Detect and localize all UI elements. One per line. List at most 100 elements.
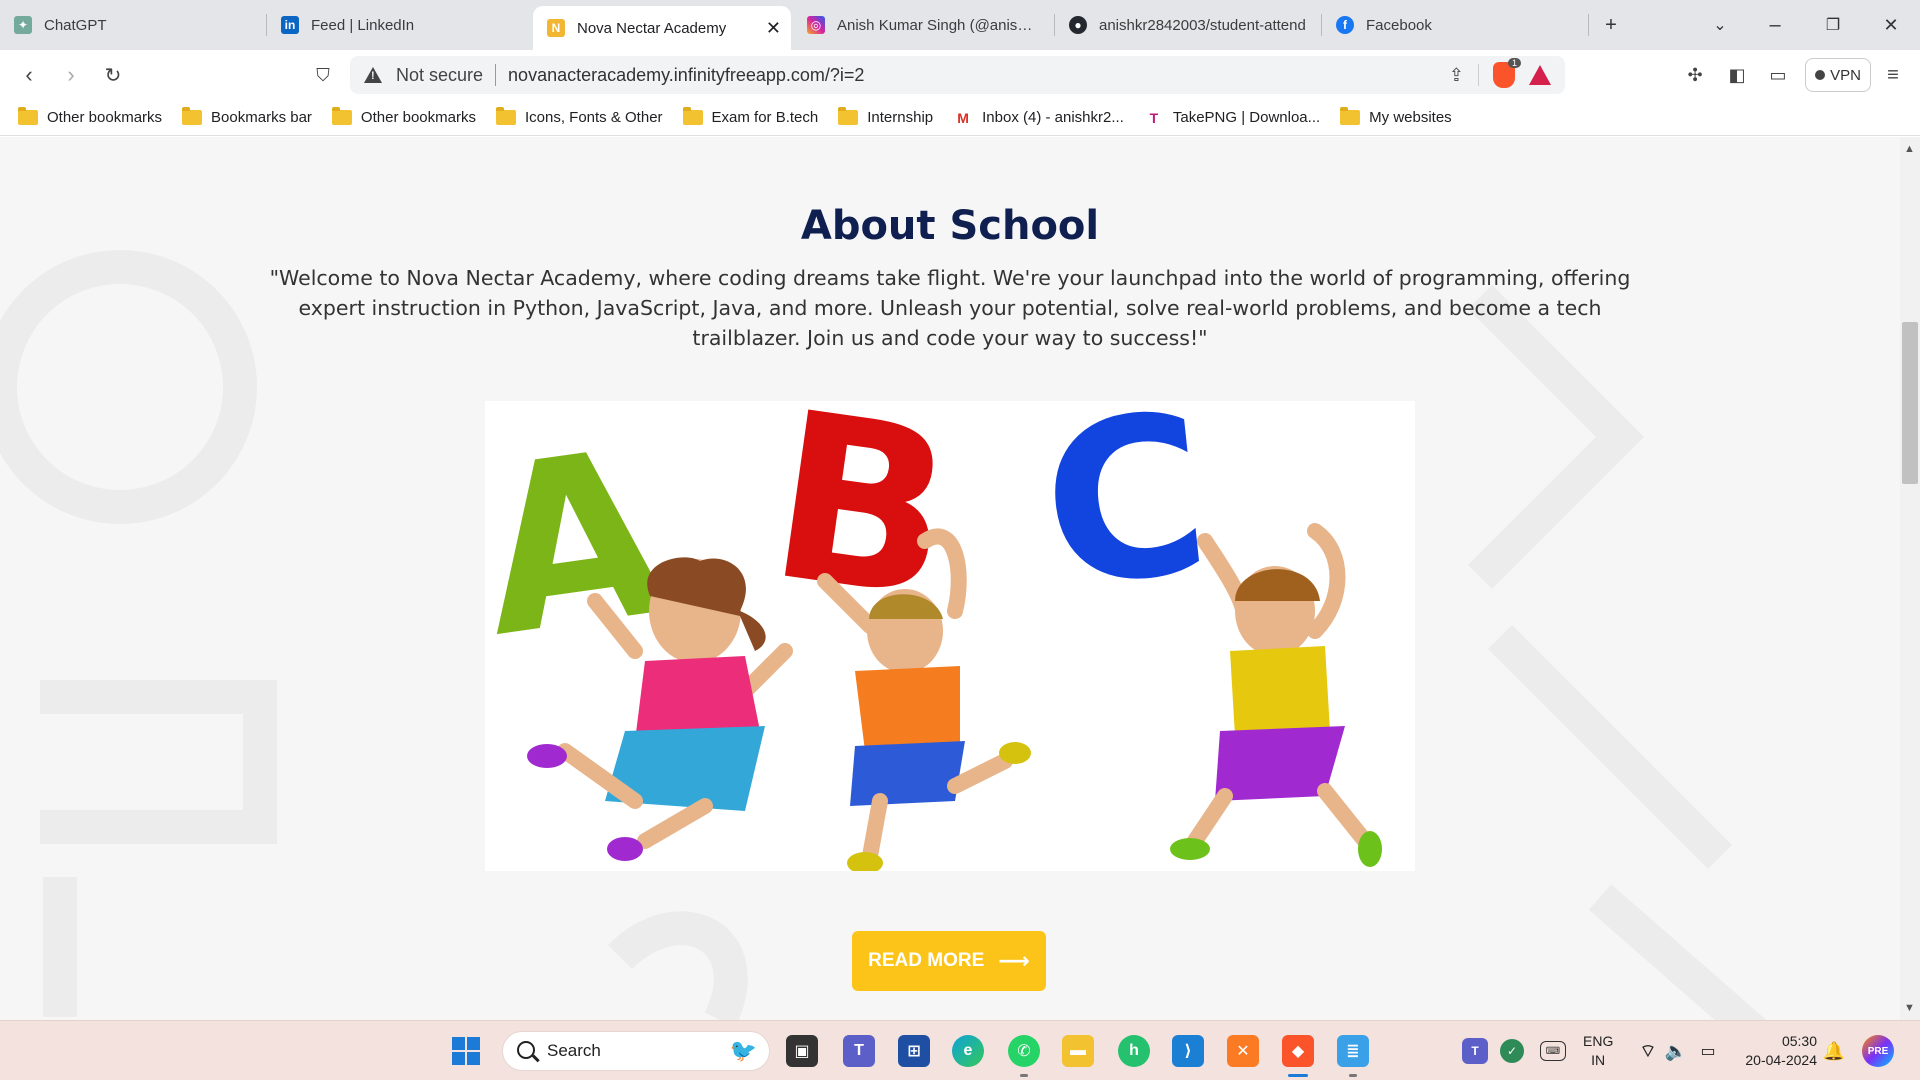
- tab-title: Anish Kumar Singh (@anish_ku: [837, 16, 1039, 34]
- volume-icon[interactable]: 🔈: [1664, 1035, 1688, 1067]
- freshdesk-icon[interactable]: h: [1118, 1035, 1150, 1067]
- windows-taskbar: Search 🐦 ▣ T ⊞ e ✆ ▬ h ⟩ ✕ ◆ ≣ T ✓ ⌨ ENG…: [0, 1020, 1920, 1080]
- tab-title: anishkr2842003/student-attend: [1099, 16, 1306, 34]
- bookmark-folder[interactable]: My websites: [1340, 107, 1452, 126]
- back-button[interactable]: ‹: [14, 60, 44, 90]
- xampp-icon[interactable]: ✕: [1227, 1035, 1259, 1067]
- copilot-icon[interactable]: PRE: [1862, 1035, 1894, 1067]
- vpn-label: VPN: [1830, 66, 1861, 84]
- bookmark-button[interactable]: ⛉: [308, 60, 338, 90]
- bookmark-label: Inbox (4) - anishkr2...: [982, 109, 1124, 126]
- read-more-button[interactable]: READ MORE ⟶: [852, 931, 1046, 991]
- tab-instagram[interactable]: ◎ Anish Kumar Singh (@anish_ku: [793, 6, 1053, 44]
- bookmark-gmail[interactable]: M Inbox (4) - anishkr2...: [953, 109, 1124, 127]
- forward-button[interactable]: ›: [56, 60, 86, 90]
- active-indicator: [1288, 1074, 1308, 1077]
- linkedin-icon: in: [281, 16, 299, 34]
- gmail-icon: M: [957, 109, 969, 126]
- vscode-icon[interactable]: ⟩: [1172, 1035, 1204, 1067]
- security-shield-icon[interactable]: ✓: [1500, 1039, 1524, 1063]
- sidebar-button[interactable]: ◧: [1724, 62, 1750, 88]
- page-scrollbar[interactable]: [1900, 137, 1920, 1020]
- academy-icon: N: [547, 19, 565, 37]
- battery-icon[interactable]: ▭: [1694, 1035, 1722, 1067]
- windows-start-icon[interactable]: [452, 1037, 480, 1065]
- vpn-button[interactable]: VPN: [1805, 58, 1871, 92]
- bookmark-folder[interactable]: Internship: [838, 107, 933, 126]
- security-indicator[interactable]: Not secure: [396, 65, 483, 86]
- close-icon[interactable]: ✕: [766, 18, 781, 39]
- teams-icon[interactable]: T: [843, 1035, 875, 1067]
- language-code: ENG: [1583, 1033, 1614, 1049]
- divider: [1478, 64, 1479, 86]
- tab-chatgpt[interactable]: ✦ ChatGPT: [0, 6, 265, 44]
- bookmark-label: Exam for B.tech: [711, 109, 819, 126]
- brave-rewards-icon[interactable]: [1529, 65, 1551, 85]
- scroll-up-icon[interactable]: ▲: [1904, 143, 1915, 155]
- notepad-icon[interactable]: ≣: [1337, 1035, 1369, 1067]
- bookmark-folder[interactable]: Icons, Fonts & Other: [495, 107, 663, 126]
- keyboard-icon[interactable]: ⌨: [1540, 1041, 1566, 1061]
- store-icon[interactable]: ⊞: [898, 1035, 930, 1067]
- task-view-icon[interactable]: ▣: [786, 1035, 818, 1067]
- bookmark-label: Icons, Fonts & Other: [524, 109, 663, 126]
- close-icon: ✕: [1883, 14, 1899, 35]
- running-indicator: [1020, 1074, 1028, 1077]
- brave-shields-icon[interactable]: 1: [1493, 58, 1521, 88]
- folder-icon: [495, 107, 516, 125]
- folder-icon[interactable]: ▬: [1062, 1035, 1094, 1067]
- menu-button[interactable]: ≡: [1880, 62, 1906, 88]
- github-icon: ●: [1069, 16, 1087, 34]
- warning-icon: [364, 67, 382, 83]
- restore-button[interactable]: ❐: [1818, 10, 1848, 40]
- url-text[interactable]: novanacteracademy.infinityfreeapp.com/?i…: [508, 65, 864, 86]
- address-bar-actions: ⇪ 1: [1449, 58, 1551, 90]
- address-bar[interactable]: Not secure novanacteracademy.infinityfre…: [350, 56, 1565, 94]
- tab-facebook[interactable]: f Facebook: [1322, 6, 1587, 44]
- system-clock[interactable]: 05:30 20-04-2024: [1735, 1032, 1817, 1070]
- reload-button[interactable]: ↻: [98, 60, 128, 90]
- bookmark-folder[interactable]: Exam for B.tech: [682, 107, 819, 126]
- close-window-button[interactable]: ✕: [1876, 10, 1906, 40]
- extensions-button[interactable]: ✣: [1682, 62, 1708, 88]
- search-placeholder: Search: [547, 1041, 601, 1060]
- wifi-icon[interactable]: ⌔: [1636, 1035, 1660, 1067]
- tab-strip: ✦ ChatGPT in Feed | LinkedIn N Nova Nect…: [0, 0, 1920, 50]
- bookmark-takepng[interactable]: T TakePNG | Downloa...: [1144, 109, 1321, 127]
- tab-nova-nectar-academy[interactable]: N Nova Nectar Academy ✕: [533, 6, 791, 50]
- tab-github[interactable]: ● anishkr2842003/student-attend: [1055, 6, 1320, 44]
- abc-kids-illustration: A B C: [485, 401, 1415, 871]
- tab-search-button[interactable]: ⌄: [1705, 10, 1735, 40]
- taskbar-search[interactable]: Search 🐦: [502, 1031, 770, 1071]
- whatsapp-icon[interactable]: ✆: [1008, 1035, 1040, 1067]
- bookmark-folder[interactable]: Other bookmarks: [331, 107, 476, 126]
- bookmark-icon: ⛉: [316, 64, 330, 85]
- brave-icon[interactable]: ◆: [1282, 1035, 1314, 1067]
- bookmarks-bar: Other bookmarks Bookmarks bar Other book…: [0, 100, 1920, 136]
- edge-icon[interactable]: e: [952, 1035, 984, 1067]
- bookmark-folder[interactable]: Other bookmarks: [18, 107, 163, 126]
- bookmark-folder[interactable]: Bookmarks bar: [182, 107, 312, 126]
- scrollbar-thumb[interactable]: [1902, 322, 1918, 484]
- tab-title: Facebook: [1366, 16, 1432, 34]
- language-indicator[interactable]: ENG IN: [1583, 1032, 1613, 1070]
- minimize-button[interactable]: –: [1760, 10, 1790, 40]
- tab-linkedin[interactable]: in Feed | LinkedIn: [267, 6, 532, 44]
- share-icon[interactable]: ⇪: [1449, 65, 1464, 86]
- clock-date: 20-04-2024: [1745, 1052, 1817, 1068]
- page-title: About School: [800, 203, 1100, 249]
- page-content: About School "Welcome to Nova Nectar Aca…: [0, 137, 1900, 1020]
- bookmark-label: Other bookmarks: [47, 109, 163, 126]
- wallet-button[interactable]: ▭: [1765, 62, 1791, 88]
- url-divider: [495, 64, 497, 86]
- bookmark-label: My websites: [1369, 109, 1452, 126]
- about-paragraph: "Welcome to Nova Nectar Academy, where c…: [269, 266, 1631, 350]
- teams-tray-icon[interactable]: T: [1462, 1038, 1488, 1064]
- browser-toolbar: ‹ › ↻ ⛉ Not secure novanacteracademy.inf…: [0, 50, 1920, 100]
- bookmark-label: Bookmarks bar: [211, 109, 312, 126]
- scroll-down-icon[interactable]: ▼: [1904, 1002, 1915, 1014]
- sidebar-icon: ◧: [1728, 64, 1746, 85]
- new-tab-button[interactable]: +: [1596, 10, 1626, 40]
- notification-bell-icon[interactable]: 🔔: [1822, 1035, 1846, 1067]
- search-highlight-icon: 🐦: [729, 1038, 757, 1063]
